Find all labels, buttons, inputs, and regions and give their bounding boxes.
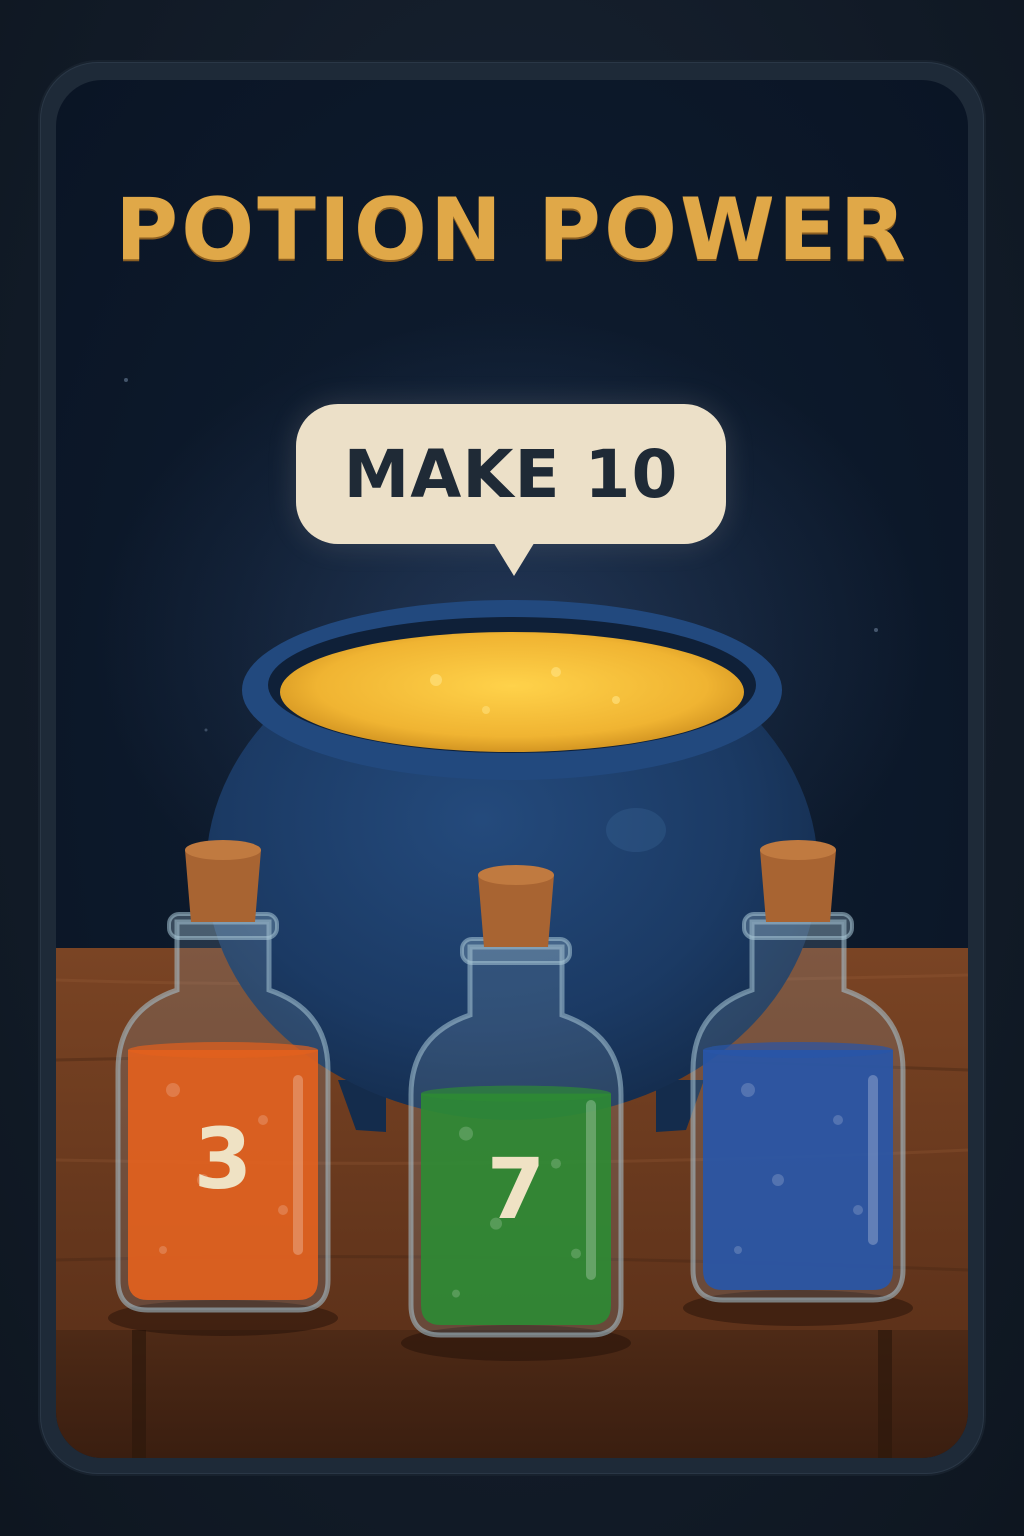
cork-top <box>185 840 261 860</box>
liquid-bubble <box>853 1205 863 1215</box>
cork-top <box>478 865 554 885</box>
vial-liquid-surface <box>703 1042 893 1058</box>
cork-icon <box>185 850 261 922</box>
game-card: POTION POWER MAKE 10 3 7 <box>56 80 968 1458</box>
cauldron-brew <box>280 632 744 752</box>
vial-liquid-surface <box>128 1042 318 1058</box>
liquid-bubble <box>159 1246 167 1254</box>
vial-number-7: 7 <box>486 1140 546 1238</box>
liquid-bubble <box>741 1083 755 1097</box>
sparkle <box>204 728 208 732</box>
bubble-tail <box>492 540 536 576</box>
liquid-bubble <box>452 1289 460 1298</box>
cork-icon <box>760 850 836 922</box>
vial-liquid-surface <box>421 1085 611 1102</box>
game-title: POTION POWER <box>115 180 909 280</box>
vial-liquid <box>703 1050 893 1290</box>
liquid-bubble <box>772 1174 784 1186</box>
liquid-bubble <box>571 1248 581 1259</box>
liquid-bubble <box>166 1083 180 1097</box>
vials-group <box>108 840 913 1361</box>
liquid-bubble <box>459 1126 473 1141</box>
sparkle <box>124 378 128 382</box>
liquid-bubble <box>833 1115 843 1125</box>
cork-top <box>760 840 836 860</box>
potion-scene <box>56 320 968 1458</box>
prompt-text: MAKE 10 <box>343 435 679 513</box>
prompt-bubble: MAKE 10 <box>296 404 726 544</box>
vial-number-3: 3 <box>193 1110 253 1208</box>
cork-icon <box>478 875 554 947</box>
sparkle <box>874 628 878 632</box>
liquid-bubble <box>734 1246 742 1254</box>
game-screen: POTION POWER MAKE 10 3 7 <box>0 0 1024 1536</box>
